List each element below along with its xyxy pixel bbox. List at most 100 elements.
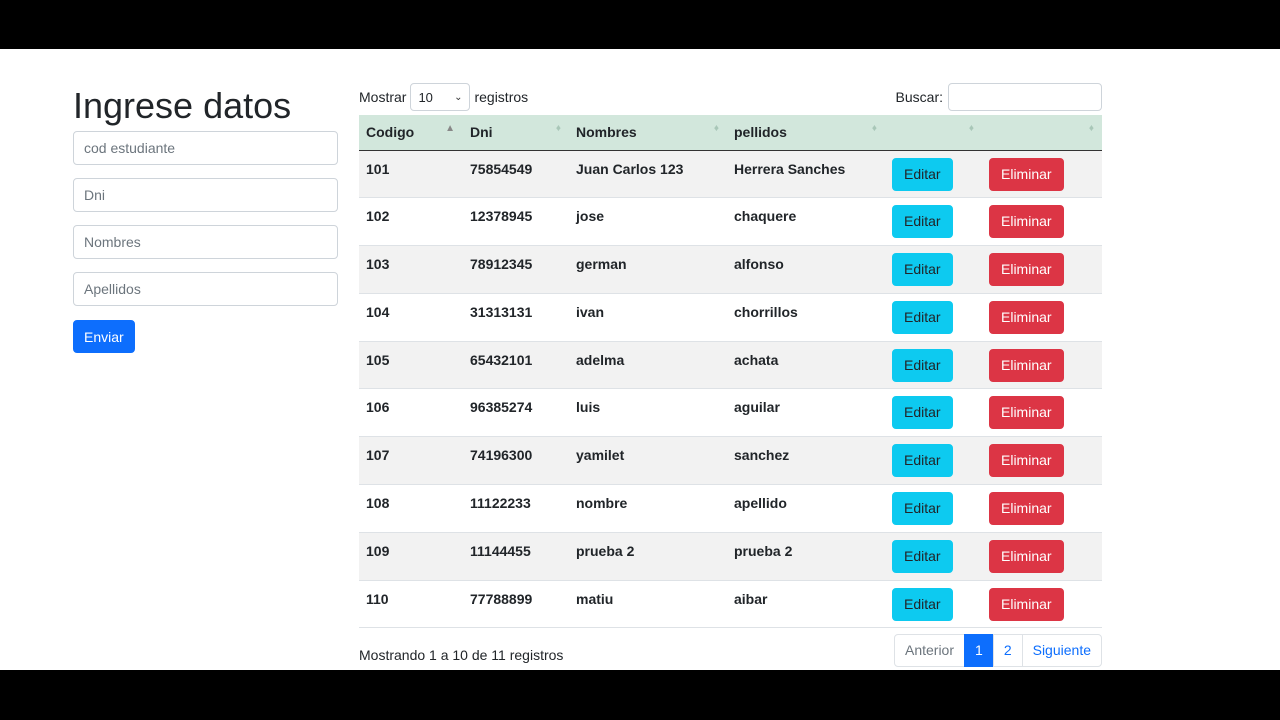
cell-nombres: adelma bbox=[569, 341, 727, 390]
table-row: 105 65432101 adelma achata Editar Elimin… bbox=[359, 341, 1102, 390]
sort-asc-icon: ▲ bbox=[445, 123, 455, 134]
cell-edit: Editar bbox=[885, 532, 982, 581]
cell-edit: Editar bbox=[885, 484, 982, 533]
cell-dni: 75854549 bbox=[463, 150, 569, 199]
table-row: 109 11144455 prueba 2 prueba 2 Editar El… bbox=[359, 532, 1102, 581]
delete-button[interactable]: Eliminar bbox=[989, 396, 1064, 430]
dni-input[interactable] bbox=[73, 178, 338, 212]
delete-button[interactable]: Eliminar bbox=[989, 539, 1064, 573]
cell-nombres: jose bbox=[569, 197, 727, 247]
cell-dni: 11122233 bbox=[463, 484, 569, 533]
cell-edit: Editar bbox=[885, 197, 982, 247]
sort-both-icon: ♦ bbox=[713, 123, 719, 134]
sort-both-icon: ♦ bbox=[871, 123, 877, 134]
cell-edit: Editar bbox=[885, 150, 982, 199]
cell-apellidos: sanchez bbox=[727, 436, 885, 486]
delete-button[interactable]: Eliminar bbox=[989, 157, 1064, 191]
length-select[interactable]: 10 ⌄ bbox=[410, 83, 471, 111]
cell-apellidos: prueba 2 bbox=[727, 532, 885, 581]
cell-codigo: 107 bbox=[359, 436, 463, 486]
nombres-input[interactable] bbox=[73, 225, 338, 259]
cell-codigo: 109 bbox=[359, 532, 463, 581]
cell-nombres: prueba 2 bbox=[569, 532, 727, 581]
pagination-page-2[interactable]: 2 bbox=[992, 634, 1023, 667]
column-header-edit[interactable]: ♦ bbox=[885, 115, 982, 151]
edit-button[interactable]: Editar bbox=[892, 300, 953, 334]
table-row: 102 12378945 jose chaquere Editar Elimin… bbox=[359, 197, 1102, 247]
table-info: Mostrando 1 a 10 de 11 registros bbox=[359, 647, 564, 663]
cell-delete: Eliminar bbox=[982, 532, 1102, 581]
edit-button[interactable]: Editar bbox=[892, 492, 953, 526]
sort-both-icon: ♦ bbox=[968, 123, 974, 134]
cell-dni: 78912345 bbox=[463, 245, 569, 294]
cell-edit: Editar bbox=[885, 341, 982, 390]
form-title: Ingrese datos bbox=[73, 85, 292, 126]
pagination-next[interactable]: Siguiente bbox=[1021, 634, 1102, 667]
edit-button[interactable]: Editar bbox=[892, 157, 953, 191]
delete-button[interactable]: Eliminar bbox=[989, 492, 1064, 526]
cell-codigo: 104 bbox=[359, 293, 463, 342]
bottom-letterbox bbox=[0, 670, 1280, 720]
cell-nombres: nombre bbox=[569, 484, 727, 533]
pagination: Anterior 1 2 Siguiente bbox=[893, 634, 1102, 667]
pagination-page-1[interactable]: 1 bbox=[964, 634, 994, 667]
cell-apellidos: achata bbox=[727, 341, 885, 390]
datatable: Mostrar 10 ⌄ registros Buscar: Codigo ▲ D… bbox=[359, 83, 1102, 667]
cell-delete: Eliminar bbox=[982, 245, 1102, 294]
delete-button[interactable]: Eliminar bbox=[989, 444, 1064, 478]
column-header-codigo[interactable]: Codigo ▲ bbox=[359, 115, 463, 151]
page: Ingrese datos Enviar Mostrar 10 ⌄ regist… bbox=[0, 49, 1280, 670]
edit-button[interactable]: Editar bbox=[892, 444, 953, 478]
enviar-button[interactable]: Enviar bbox=[73, 320, 135, 353]
chevron-down-icon: ⌄ bbox=[454, 91, 463, 103]
table-row: 104 31313131 ivan chorrillos Editar Elim… bbox=[359, 293, 1102, 342]
cell-delete: Eliminar bbox=[982, 341, 1102, 390]
edit-button[interactable]: Editar bbox=[892, 253, 953, 287]
pagination-previous[interactable]: Anterior bbox=[893, 634, 966, 667]
cell-codigo: 103 bbox=[359, 245, 463, 294]
edit-button[interactable]: Editar bbox=[892, 587, 953, 621]
cell-delete: Eliminar bbox=[982, 484, 1102, 533]
cell-edit: Editar bbox=[885, 580, 982, 629]
delete-button[interactable]: Eliminar bbox=[989, 253, 1064, 287]
table-row: 107 74196300 yamilet sanchez Editar Elim… bbox=[359, 436, 1102, 486]
cell-codigo: 102 bbox=[359, 197, 463, 247]
search-input[interactable] bbox=[948, 83, 1102, 111]
table-row: 101 75854549 Juan Carlos 123 Herrera San… bbox=[359, 150, 1102, 199]
apellidos-input[interactable] bbox=[73, 272, 338, 306]
cell-delete: Eliminar bbox=[982, 436, 1102, 486]
cell-apellidos: Herrera Sanches bbox=[727, 150, 885, 199]
cell-edit: Editar bbox=[885, 388, 982, 438]
cell-codigo: 108 bbox=[359, 484, 463, 533]
edit-button[interactable]: Editar bbox=[892, 539, 953, 573]
column-header-dni[interactable]: Dni ♦ bbox=[463, 115, 569, 151]
cell-codigo: 106 bbox=[359, 388, 463, 438]
table-row: 103 78912345 german alfonso Editar Elimi… bbox=[359, 245, 1102, 294]
delete-button[interactable]: Eliminar bbox=[989, 300, 1064, 334]
cell-nombres: Juan Carlos 123 bbox=[569, 150, 727, 199]
cell-delete: Eliminar bbox=[982, 150, 1102, 199]
cell-apellidos: apellido bbox=[727, 484, 885, 533]
cell-nombres: ivan bbox=[569, 293, 727, 342]
edit-button[interactable]: Editar bbox=[892, 396, 953, 430]
top-letterbox bbox=[0, 0, 1280, 49]
column-header-apellidos[interactable]: pellidos ♦ bbox=[727, 115, 885, 151]
table-row: 106 96385274 luis aguilar Editar Elimina… bbox=[359, 388, 1102, 438]
delete-button[interactable]: Eliminar bbox=[989, 348, 1064, 382]
column-header-nombres[interactable]: Nombres ♦ bbox=[569, 115, 727, 151]
delete-button[interactable]: Eliminar bbox=[989, 587, 1064, 621]
table-header-row: Codigo ▲ Dni ♦ Nombres ♦ pellidos ♦ ♦ ♦ bbox=[359, 115, 1102, 151]
cell-edit: Editar bbox=[885, 293, 982, 342]
table-row: 110 77788899 matiu aibar Editar Eliminar bbox=[359, 580, 1102, 629]
cod-estudiante-input[interactable] bbox=[73, 131, 338, 165]
cell-edit: Editar bbox=[885, 245, 982, 294]
students-table: Codigo ▲ Dni ♦ Nombres ♦ pellidos ♦ ♦ ♦ 101 … bbox=[359, 115, 1102, 629]
sort-both-icon: ♦ bbox=[1088, 123, 1094, 134]
edit-button[interactable]: Editar bbox=[892, 205, 953, 239]
cell-dni: 74196300 bbox=[463, 436, 569, 486]
cell-dni: 77788899 bbox=[463, 580, 569, 629]
edit-button[interactable]: Editar bbox=[892, 348, 953, 382]
delete-button[interactable]: Eliminar bbox=[989, 205, 1064, 239]
sort-both-icon: ♦ bbox=[555, 123, 561, 134]
column-header-delete[interactable]: ♦ bbox=[982, 115, 1102, 151]
